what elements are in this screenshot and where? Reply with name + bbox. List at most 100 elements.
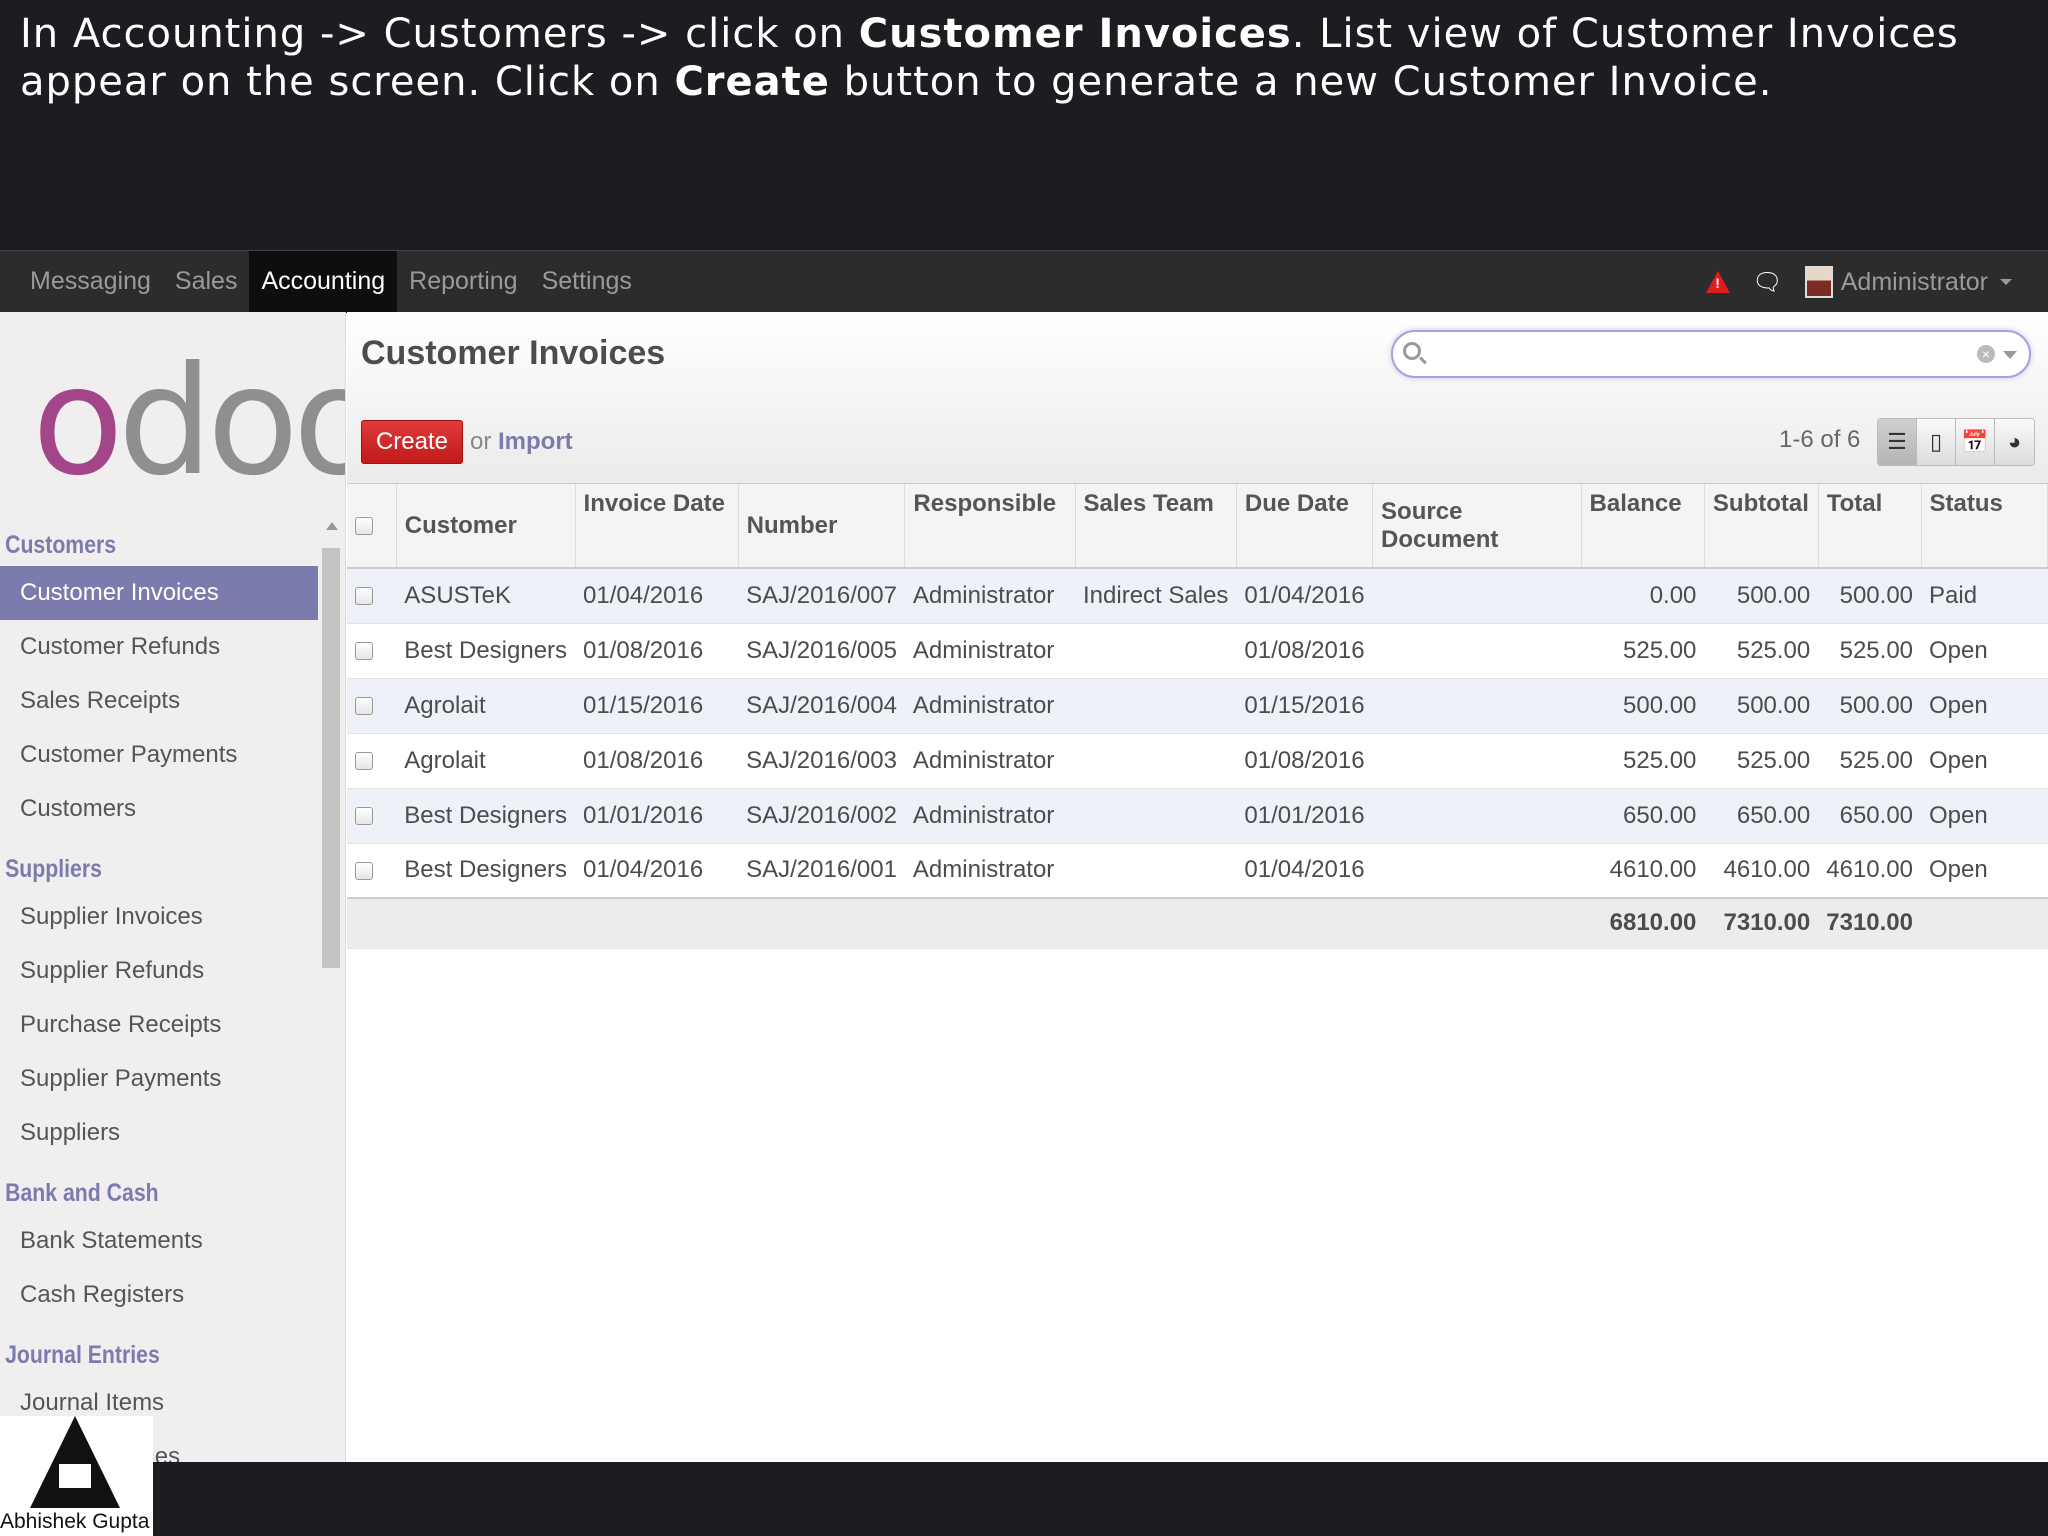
totals-spacer: [904, 897, 1076, 949]
column-header[interactable]: Total: [1818, 484, 1922, 569]
table-row[interactable]: Best Designers 01/08/2016 SAJ/2016/005 A…: [347, 623, 2048, 679]
watermark-text: Abhishek Gupta: [0, 1510, 150, 1533]
sidebar-item-supplier-invoices[interactable]: Supplier Invoices: [0, 890, 320, 944]
main-content: Customer Invoices × Create or Import 1-6…: [347, 312, 2048, 1462]
caption-text: button to generate a new Customer Invoic…: [829, 59, 1773, 105]
totals-spacer: [1236, 897, 1373, 949]
table-row[interactable]: Agrolait 01/08/2016 SAJ/2016/003 Adminis…: [347, 733, 2048, 789]
column-header[interactable]: Number: [738, 484, 906, 569]
caption-bold-create: Create: [674, 59, 830, 105]
menu-accounting[interactable]: Accounting: [249, 251, 398, 313]
totals-spacer: [575, 897, 739, 949]
cell-customer: Best Designers: [396, 623, 576, 679]
cell-balance: 0.00: [1581, 568, 1705, 624]
column-header[interactable]: Subtotal: [1704, 484, 1819, 569]
scroll-thumb[interactable]: [322, 548, 340, 968]
clear-icon[interactable]: ×: [1977, 345, 1995, 363]
cell-customer: Agrolait: [396, 678, 576, 734]
total-subtotal: 7310.00: [1704, 897, 1819, 949]
search-icon: [1403, 342, 1421, 360]
top-menu: Messaging Sales Accounting Reporting Set…: [18, 251, 644, 313]
table-row[interactable]: Best Designers 01/04/2016 SAJ/2016/001 A…: [347, 843, 2048, 899]
list-view-icon[interactable]: ☰: [1878, 419, 1917, 465]
sidebar-item-purchase-receipts[interactable]: Purchase Receipts: [0, 998, 320, 1052]
column-header[interactable]: Source Document: [1372, 484, 1582, 569]
search-input[interactable]: [1429, 338, 1989, 372]
menu-reporting[interactable]: Reporting: [397, 251, 529, 313]
row-select-cell: [347, 623, 397, 679]
cell-customer: Agrolait: [396, 733, 576, 789]
sidebar-item-supplier-refunds[interactable]: Supplier Refunds: [0, 944, 320, 998]
calendar-view-icon[interactable]: 📅: [1956, 419, 1995, 465]
warning-icon[interactable]: [1706, 271, 1731, 293]
column-header[interactable]: Sales Team: [1075, 484, 1237, 569]
chevron-down-icon[interactable]: [2003, 351, 2017, 359]
column-header[interactable]: Status: [1921, 484, 2048, 569]
row-checkbox[interactable]: [355, 752, 373, 771]
instruction-caption: In Accounting -> Customers -> click on C…: [20, 10, 2020, 106]
cell-number: SAJ/2016/003: [738, 733, 905, 789]
create-button[interactable]: Create: [361, 420, 463, 464]
menu-settings[interactable]: Settings: [530, 251, 644, 313]
sidebar-item-bank-statements[interactable]: Bank Statements: [0, 1214, 320, 1268]
sidebar-item-cash-registers[interactable]: Cash Registers: [0, 1268, 320, 1322]
watermark-logo-icon: [30, 1416, 120, 1508]
cell-responsible: Administrator: [904, 678, 1076, 734]
cell-invoice-date: 01/15/2016: [575, 678, 739, 734]
row-checkbox[interactable]: [355, 807, 373, 826]
select-all-checkbox[interactable]: [355, 517, 373, 536]
sidebar-item-supplier-payments[interactable]: Supplier Payments: [0, 1052, 320, 1106]
cell-sales-team: Indirect Sales: [1075, 568, 1237, 624]
cell-sales-team: [1075, 678, 1237, 734]
cell-source-document: [1372, 568, 1582, 624]
row-checkbox[interactable]: [355, 587, 373, 606]
sidebar-item-customers[interactable]: Customers: [0, 782, 320, 836]
sidebar-section-journal-entries: Journal Entries: [5, 1341, 160, 1369]
menu-sales[interactable]: Sales: [163, 251, 250, 313]
scroll-up-icon[interactable]: [326, 522, 338, 530]
column-header[interactable]: Customer: [396, 484, 576, 569]
cell-balance: 650.00: [1581, 788, 1705, 844]
top-right-controls: 🗨 Administrator: [1706, 251, 2012, 313]
row-select-cell: [347, 843, 397, 899]
import-group: or Import: [470, 428, 573, 456]
sidebar-section-bank-and-cash: Bank and Cash: [5, 1179, 159, 1207]
sidebar-item-customer-refunds[interactable]: Customer Refunds: [0, 620, 320, 674]
pager[interactable]: 1-6 of 6: [1779, 426, 1860, 454]
row-select-cell: [347, 568, 397, 624]
cell-number: SAJ/2016/007: [738, 568, 905, 624]
totals-spacer: [396, 897, 576, 949]
cell-invoice-date: 01/04/2016: [575, 568, 739, 624]
view-switcher: ☰ ▯ 📅 ◕: [1877, 418, 2035, 466]
column-header[interactable]: Invoice Date: [575, 484, 739, 569]
cell-due-date: 01/08/2016: [1236, 733, 1373, 789]
cell-balance: 525.00: [1581, 623, 1705, 679]
chat-icon[interactable]: 🗨: [1752, 268, 1782, 297]
column-header[interactable]: Balance: [1581, 484, 1705, 569]
cell-status: Open: [1921, 843, 2048, 899]
sidebar-item-customer-payments[interactable]: Customer Payments: [0, 728, 320, 782]
column-header[interactable]: Responsible: [904, 484, 1076, 569]
graph-view-icon[interactable]: ◕: [1995, 419, 2034, 465]
cell-subtotal: 500.00: [1704, 678, 1819, 734]
column-header[interactable]: Due Date: [1236, 484, 1374, 569]
table-row[interactable]: Agrolait 01/15/2016 SAJ/2016/004 Adminis…: [347, 678, 2048, 734]
row-checkbox[interactable]: [355, 861, 373, 880]
table-row[interactable]: ASUSTeK 01/04/2016 SAJ/2016/007 Administ…: [347, 568, 2048, 624]
top-navbar: Messaging Sales Accounting Reporting Set…: [0, 250, 2048, 313]
cell-due-date: 01/04/2016: [1236, 568, 1373, 624]
form-view-icon[interactable]: ▯: [1917, 419, 1956, 465]
row-checkbox[interactable]: [355, 642, 373, 661]
user-menu[interactable]: Administrator: [1804, 266, 2012, 298]
row-checkbox[interactable]: [355, 697, 373, 716]
sidebar-item-sales-receipts[interactable]: Sales Receipts: [0, 674, 320, 728]
sidebar-scrollbar[interactable]: [320, 512, 342, 1432]
cell-sales-team: [1075, 733, 1237, 789]
sidebar-item-suppliers[interactable]: Suppliers: [0, 1106, 320, 1160]
menu-messaging[interactable]: Messaging: [18, 251, 163, 313]
search-box[interactable]: ×: [1391, 330, 2031, 378]
cell-subtotal: 4610.00: [1704, 843, 1819, 899]
table-row[interactable]: Best Designers 01/01/2016 SAJ/2016/002 A…: [347, 788, 2048, 844]
sidebar-item-customer-invoices[interactable]: Customer Invoices: [0, 566, 318, 620]
import-link[interactable]: Import: [498, 428, 573, 455]
